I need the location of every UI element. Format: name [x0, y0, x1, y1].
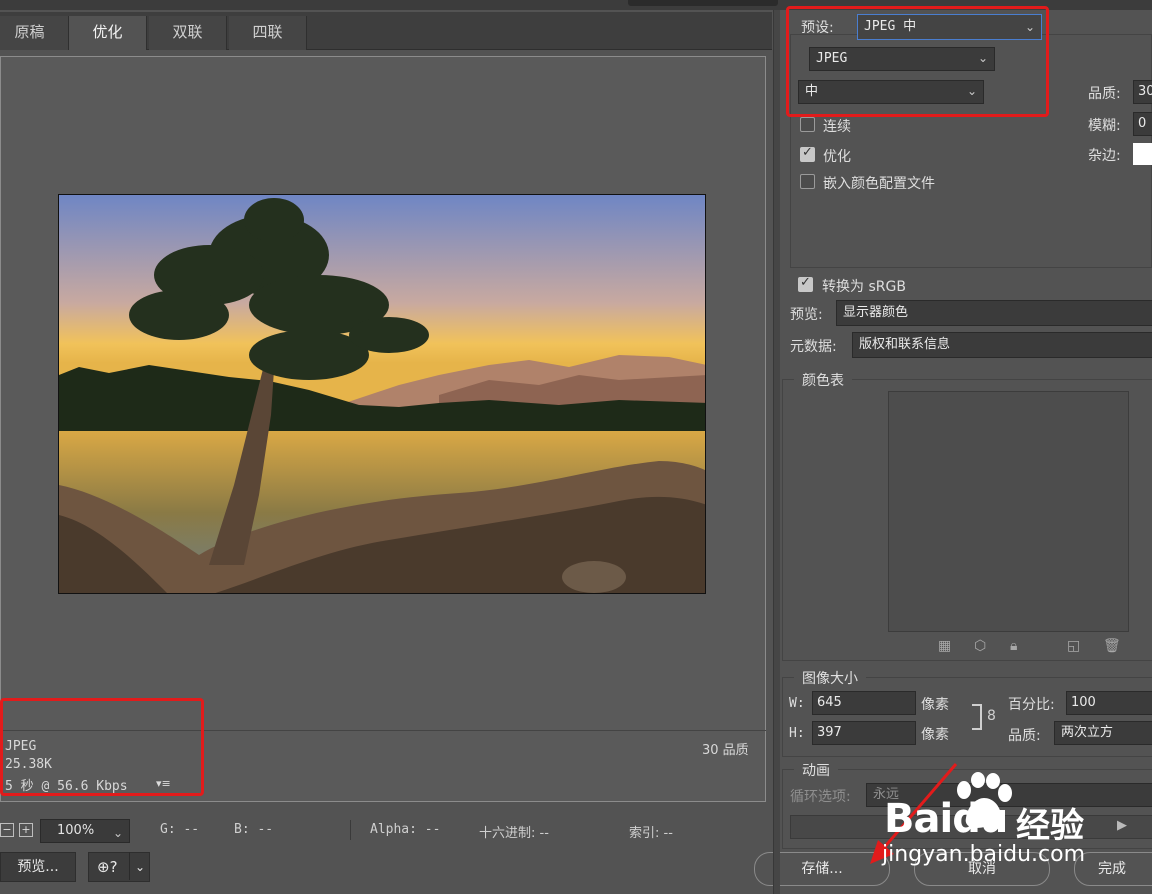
- watermark-url: jingyan.baidu.com: [882, 842, 1086, 867]
- trash-icon[interactable]: 🗑︎: [1103, 638, 1121, 654]
- zoom-in-button[interactable]: +: [19, 823, 33, 837]
- chevron-down-icon: ⌄: [112, 826, 123, 840]
- preview-button[interactable]: 预览...: [0, 852, 76, 882]
- resample-label: 品质:: [1008, 728, 1041, 744]
- browser-icon: ⊕?: [97, 858, 118, 876]
- image-size-title: 图像大小: [794, 668, 866, 688]
- resample-select[interactable]: 两次立方: [1054, 721, 1152, 745]
- readout-alpha: Alpha: --: [370, 822, 441, 837]
- tab-2-up[interactable]: 双联: [149, 16, 227, 50]
- zoom-value: 100%: [57, 823, 95, 838]
- readout-g: G: --: [160, 822, 200, 837]
- watermark-brand: Baidu: [884, 796, 1008, 842]
- view-tab-bar: 原稿 优化 双联 四联: [0, 12, 772, 50]
- browser-select[interactable]: ⊕? ⌄: [88, 852, 150, 882]
- readout-hex: 十六进制: --: [479, 826, 549, 841]
- height-label: H:: [789, 726, 805, 741]
- height-unit: 像素: [921, 727, 949, 743]
- zoom-select[interactable]: 100% ⌄: [40, 819, 130, 843]
- preview-image: [58, 194, 706, 594]
- width-label: W:: [789, 696, 805, 711]
- panel-divider[interactable]: [773, 10, 780, 894]
- animation-title: 动画: [794, 760, 838, 780]
- blur-input[interactable]: 0: [1133, 112, 1152, 136]
- progressive-label: 连续: [823, 119, 851, 135]
- readout-b: B: --: [234, 822, 274, 837]
- embed-profile-label: 嵌入颜色配置文件: [823, 176, 935, 192]
- optimized-label: 优化: [823, 149, 851, 165]
- convert-srgb-label: 转换为 sRGB: [822, 279, 906, 295]
- quality-input[interactable]: 30: [1133, 80, 1152, 104]
- width-unit: 像素: [921, 697, 949, 713]
- top-handle: [628, 0, 778, 6]
- new-color-icon[interactable]: ◱: [1067, 638, 1080, 654]
- optimized-checkbox[interactable]: [800, 145, 815, 162]
- chain-link-icon[interactable]: 8: [987, 708, 996, 724]
- web-snap-icon[interactable]: ⬡: [974, 638, 986, 654]
- height-input[interactable]: 397: [812, 721, 916, 745]
- annotation-box-info: [0, 698, 204, 796]
- matte-swatch[interactable]: [1133, 143, 1152, 165]
- progressive-checkbox[interactable]: [800, 117, 815, 132]
- color-table[interactable]: [888, 391, 1129, 632]
- tab-4-up[interactable]: 四联: [229, 16, 307, 50]
- lock-icon[interactable]: 🔒︎: [1010, 638, 1017, 654]
- percent-input[interactable]: 100: [1066, 691, 1152, 715]
- status-bar: − + 100% ⌄ G: -- B: -- Alpha: -- 十六进制: -…: [0, 812, 772, 848]
- zoom-out-button[interactable]: −: [0, 823, 14, 837]
- preview-mode-label: 预览:: [790, 307, 823, 323]
- watermark-brand-cn: 经验: [1016, 806, 1084, 846]
- loop-label: 循环选项:: [790, 789, 851, 805]
- baidu-watermark: Baidu 经验 jingyan.baidu.com: [880, 772, 1152, 872]
- link-bracket: [972, 704, 982, 730]
- tab-optimized[interactable]: 优化: [69, 16, 147, 50]
- blur-label: 模糊:: [1088, 118, 1121, 134]
- preview-mode-select[interactable]: 显示器颜色: [836, 300, 1152, 326]
- metadata-select[interactable]: 版权和联系信息: [852, 332, 1152, 358]
- percent-label: 百分比:: [1008, 697, 1055, 713]
- chevron-down-icon: ⌄: [135, 860, 146, 874]
- convert-srgb-checkbox[interactable]: [798, 275, 813, 292]
- matte-label: 杂边:: [1088, 148, 1121, 164]
- readout-index: 索引: --: [629, 826, 673, 841]
- divider: [350, 820, 351, 840]
- width-input[interactable]: 645: [812, 691, 916, 715]
- transparency-icon[interactable]: ▦: [938, 638, 951, 654]
- quality-label: 品质:: [1088, 86, 1121, 102]
- info-quality: 30 品质: [702, 743, 749, 758]
- color-table-title: 颜色表: [794, 370, 852, 390]
- image-size-group: [782, 677, 1152, 757]
- embed-profile-checkbox[interactable]: [800, 174, 815, 189]
- annotation-box-preset: [786, 6, 1049, 117]
- tab-original[interactable]: 原稿: [0, 16, 69, 50]
- metadata-label: 元数据:: [790, 339, 837, 355]
